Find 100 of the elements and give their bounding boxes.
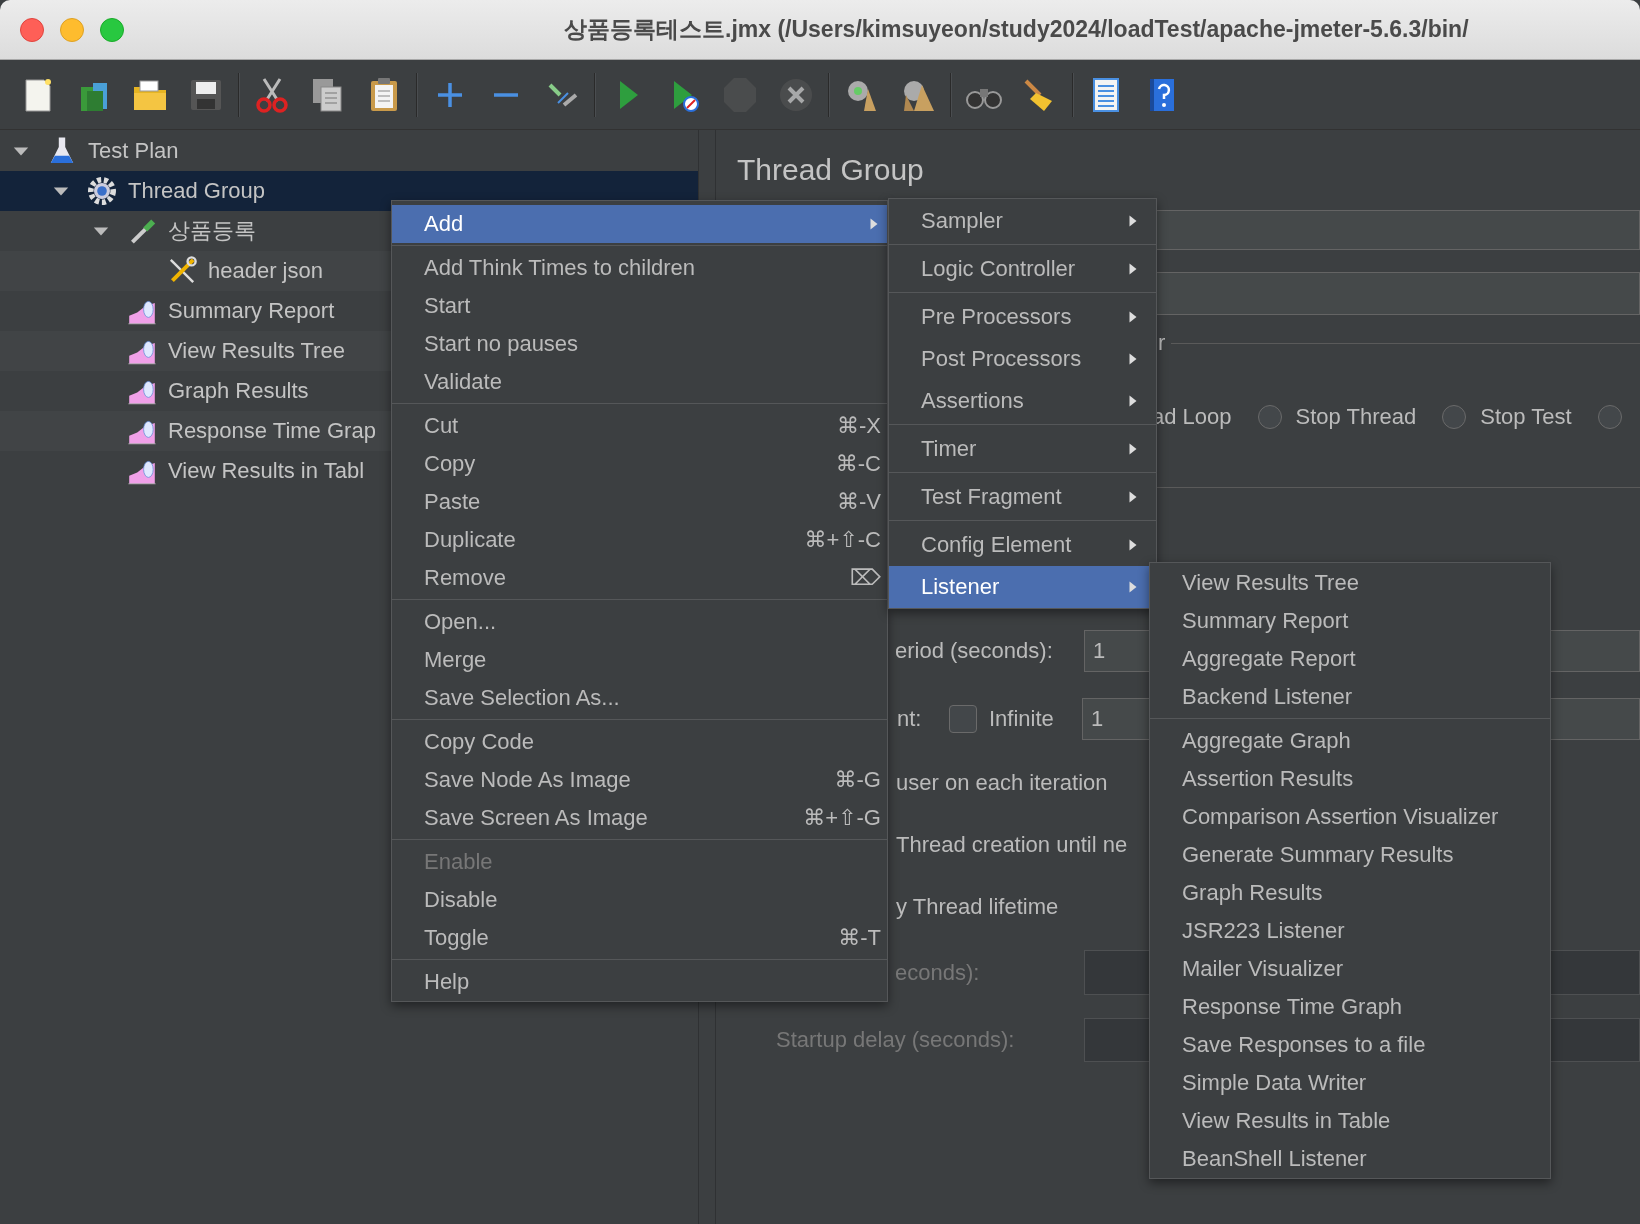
menu-item[interactable]: Toggle ⌘-T [392,919,887,957]
menu-item[interactable]: Save Selection As... [392,679,887,717]
menu-item-label: Cut [424,413,460,439]
menu-item-label: Timer [921,436,978,462]
menu-item-label: Copy Code [424,729,536,755]
checkbox-label: y Thread lifetime [896,893,1059,921]
shortcut-label: ⌘-X [837,413,881,439]
menu-item[interactable]: Save Responses to a file [1150,1026,1550,1064]
menu-item-label: Disable [424,887,499,913]
tree-label: View Results Tree [168,338,345,364]
menu-item-label: Summary Report [1182,608,1350,634]
menu-item[interactable]: Assertion Results [1150,760,1550,798]
tree-label: Summary Report [168,298,335,324]
menu-item-label: Listener [921,574,1001,600]
menu-item-label: Pre Processors [921,304,1073,330]
window-title: 상품등록테스트.jmx (/Users/kimsuyeon/study2024/loadTest/apache-jmeter-5.6.3/bin/ [564,15,1469,44]
menu-item[interactable]: Save Node As Image ⌘-G [392,761,887,799]
menu-item[interactable]: Save Screen As Image ⌘+⇧-G [392,799,887,837]
menu-item[interactable]: Timer [889,428,1156,470]
menu-item[interactable]: Disable [392,881,887,919]
shortcut-label: ⌘+⇧-C [804,527,881,553]
menu-item-label: Graph Results [1182,880,1324,906]
menu-item-label: Start [424,293,472,319]
menu-item-label: Duplicate [424,527,517,553]
menu-item[interactable]: View Results in Table [1150,1102,1550,1140]
menu-item[interactable]: Merge [392,641,887,679]
menu-item[interactable]: Open... [392,603,887,641]
group-label: r [1158,330,1166,356]
shortcut-label: ⌘-T [838,925,881,951]
menu-item-label: Save Responses to a file [1182,1032,1427,1058]
menu-item-label: JSR223 Listener [1182,918,1346,944]
menu-item-label: Config Element [921,532,1073,558]
checkbox-label: Infinite [989,706,1055,732]
menu-item[interactable]: Duplicate ⌘+⇧-C [392,521,887,559]
field-label: econds): [895,959,981,986]
menu-item-label: Test Fragment [921,484,1063,510]
close-button[interactable] [20,17,44,42]
menu-item[interactable]: Aggregate Graph [1150,722,1550,760]
menu-item-label: Simple Data Writer [1182,1070,1368,1096]
menu-item-label: BeanShell Listener [1182,1146,1368,1172]
menu-item[interactable]: Remove ⌦ [392,559,887,597]
menu-item[interactable]: Test Fragment [889,476,1156,518]
menu-item-label: Post Processors [921,346,1083,372]
panel-title: Thread Group [736,152,925,188]
tree-label: Thread Group [128,178,265,204]
menu-item[interactable]: Copy Code [392,723,887,761]
menu-item[interactable]: Aggregate Report [1150,640,1550,678]
menu-item-label: Help [424,969,471,995]
menu-item[interactable]: Generate Summary Results [1150,836,1550,874]
menu-item[interactable]: Mailer Visualizer [1150,950,1550,988]
menu-item-label: Aggregate Report [1182,646,1357,672]
menu-item[interactable]: Backend Listener [1150,678,1550,716]
menu-item[interactable]: Assertions [889,380,1156,422]
menu-item[interactable]: Config Element [889,524,1156,566]
menu-item-label: Comparison Assertion Visualizer [1182,804,1500,830]
checkbox-label: user on each iteration [896,769,1108,797]
menu-item-label: Add Think Times to children [424,255,697,281]
menu-item[interactable]: Comparison Assertion Visualizer [1150,798,1550,836]
menu-item-label: Save Node As Image [424,767,632,793]
gear-icon [86,175,118,207]
shortcut-label: ⌘-G [834,767,881,793]
menu-item[interactable]: BeanShell Listener [1150,1140,1550,1178]
radio-button[interactable] [1442,405,1467,429]
menu-item-label: Save Selection As... [424,685,621,711]
menu-item[interactable]: Pre Processors [889,296,1156,338]
menu-item-label: View Results in Table [1182,1108,1392,1134]
tree-label: View Results in Tabl [168,458,365,484]
menu-item-label: Enable [424,849,494,875]
checkbox-label: Thread creation until ne [896,831,1128,859]
menu-item[interactable]: Response Time Graph [1150,988,1550,1026]
menu-item[interactable]: Help [392,963,887,1001]
tree-label: header json [208,258,323,284]
menu-item-label: Sampler [921,208,1004,234]
tree-row[interactable]: Test Plan [0,131,698,171]
menu-item-label: Validate [424,369,503,395]
menu-item[interactable]: Graph Results [1150,874,1550,912]
radio-button[interactable] [1597,405,1622,429]
tree-label: Graph Results [168,378,309,404]
radio-button[interactable] [1257,405,1282,429]
field-label: eriod (seconds): [895,638,1054,664]
shortcut-label: ⌘-V [837,489,881,515]
menu-item[interactable]: Simple Data Writer [1150,1064,1550,1102]
menu-item-label: Assertions [921,388,1025,414]
menu-item[interactable]: Logic Controller [889,248,1156,290]
shortcut-label: ⌘-C [835,451,881,477]
checkbox[interactable] [949,705,977,733]
menu-item[interactable]: Post Processors [889,338,1156,380]
menu-item-label: Merge [424,647,488,673]
menu-item-label: Aggregate Graph [1182,728,1352,754]
menu-item[interactable]: JSR223 Listener [1150,912,1550,950]
menu-item[interactable]: Sampler [889,200,1156,242]
menu-item[interactable]: Paste ⌘-V [392,483,887,521]
shortcut-label: ⌦ [849,565,881,591]
tree-label: Response Time Grap [168,418,376,444]
menu-item[interactable]: Add [392,205,887,243]
field-label: Startup delay (seconds): [776,1027,1016,1053]
menu-item-label: Mailer Visualizer [1182,956,1344,982]
field-label: nt: [897,706,923,732]
tree-label: Test Plan [88,138,179,164]
menu-item-label: Copy [424,451,477,477]
